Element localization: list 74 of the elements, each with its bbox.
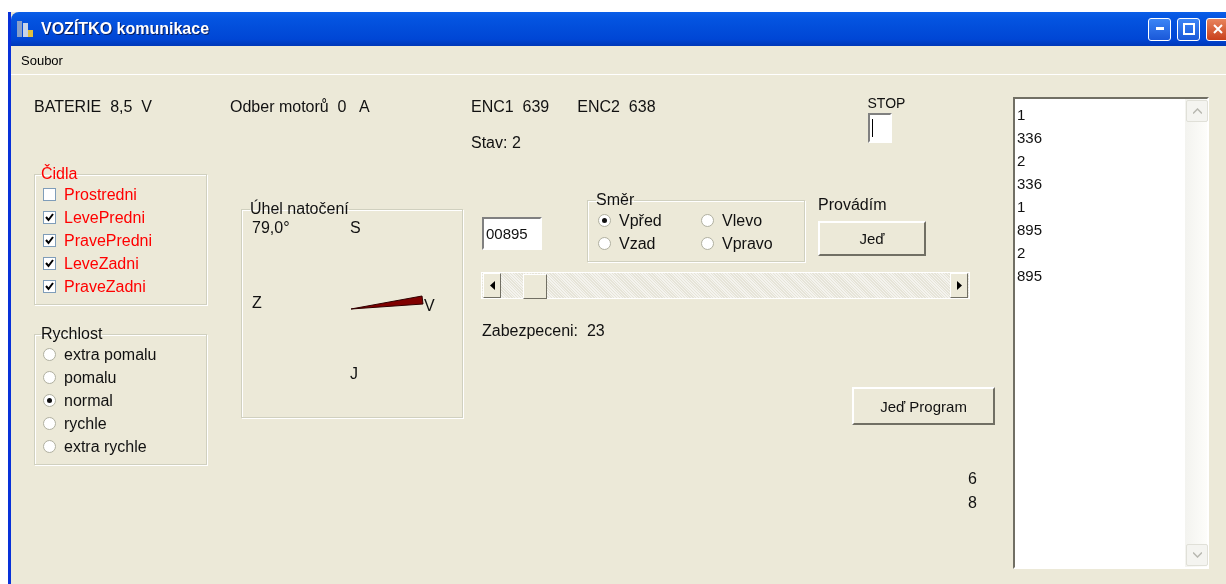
checkbox[interactable]	[43, 188, 56, 201]
check-icon	[45, 259, 54, 268]
checkbox-label: LevePredni	[64, 208, 145, 227]
battery-reading: BATERIE 8,5 V	[34, 97, 153, 117]
group-title: Čidla	[41, 165, 78, 183]
radio-label: Vzad	[619, 234, 656, 253]
log-line: 895	[1017, 220, 1044, 240]
radio-button[interactable]	[701, 214, 714, 227]
program-button[interactable]: Jeď Program	[852, 387, 995, 425]
minimize-button[interactable]	[1148, 17, 1171, 41]
app-icon	[15, 19, 35, 39]
activity-label: Provádím	[818, 195, 888, 215]
compass-label: Z	[252, 293, 263, 313]
radio-label: normal	[64, 391, 113, 410]
maximize-icon	[1182, 23, 1195, 35]
scroll-slider[interactable]	[481, 272, 970, 299]
stop-field[interactable]	[867, 113, 892, 143]
checkbox[interactable]	[43, 280, 56, 293]
counter-value: 6	[968, 469, 977, 489]
go-button[interactable]: Jeď	[818, 221, 926, 256]
radio-label: extra pomalu	[64, 345, 157, 364]
distance-field[interactable]: 00895	[482, 217, 542, 250]
radio-button[interactable]	[598, 214, 611, 227]
window-title: VOZÍTKO komunikace	[41, 20, 211, 38]
log-line: 2	[1017, 243, 1027, 263]
close-icon	[1211, 23, 1224, 35]
radio-button[interactable]	[43, 371, 56, 384]
checkbox-label: PraveZadni	[64, 277, 146, 296]
check-icon	[45, 282, 54, 291]
log-line: 336	[1017, 128, 1044, 148]
checkbox[interactable]	[43, 211, 56, 224]
state-reading: Stav: 2	[471, 133, 522, 153]
close-button[interactable]	[1206, 17, 1226, 41]
counter-value: 8	[968, 493, 977, 513]
checkbox-label: Prostredni	[64, 185, 137, 204]
radio-button[interactable]	[598, 237, 611, 250]
log-line: 1	[1017, 197, 1027, 217]
safety-reading: Zabezpeceni: 23	[482, 321, 606, 341]
stop-label: STOP	[867, 94, 906, 113]
group-title: Úhel natočení	[250, 200, 349, 218]
group-title: Směr	[596, 191, 635, 209]
radio-button[interactable]	[43, 348, 56, 361]
radio-button[interactable]	[43, 394, 56, 407]
compass-label: S	[350, 218, 362, 238]
checkbox[interactable]	[43, 257, 56, 270]
minimize-icon	[1155, 27, 1164, 31]
checkbox-label: LeveZadni	[64, 254, 139, 273]
radio-label: rychle	[64, 414, 107, 433]
checkbox[interactable]	[43, 234, 56, 247]
check-icon	[45, 236, 54, 245]
maximize-button[interactable]	[1177, 17, 1200, 41]
slider-thumb[interactable]	[523, 274, 548, 299]
radio-label: Vpřed	[619, 211, 662, 230]
encoder-reading: ENC1 639	[471, 97, 550, 117]
check-icon	[45, 213, 54, 222]
group-title: Rychlost	[41, 325, 103, 343]
radio-button[interactable]	[43, 440, 56, 453]
compass-label: J	[350, 364, 359, 384]
menu-item[interactable]: Soubor	[17, 50, 67, 70]
encoder-reading: ENC2 638	[577, 97, 656, 117]
radio-label: extra rychle	[64, 437, 147, 456]
compass-label: V	[424, 296, 436, 316]
radio-button[interactable]	[701, 237, 714, 250]
log-line: 895	[1017, 266, 1044, 286]
radio-label: pomalu	[64, 368, 117, 387]
log-line: 2	[1017, 151, 1027, 171]
radio-label: Vpravo	[722, 234, 773, 253]
log-line: 336	[1017, 174, 1044, 194]
log-line: 1	[1017, 105, 1027, 125]
radio-label: Vlevo	[722, 211, 763, 230]
angle-reading: 79,0°	[252, 218, 291, 238]
checkbox-label: PravePredni	[64, 231, 153, 250]
radio-button[interactable]	[43, 417, 56, 430]
motor-current-reading: Odber motorů 0 A	[230, 97, 371, 117]
